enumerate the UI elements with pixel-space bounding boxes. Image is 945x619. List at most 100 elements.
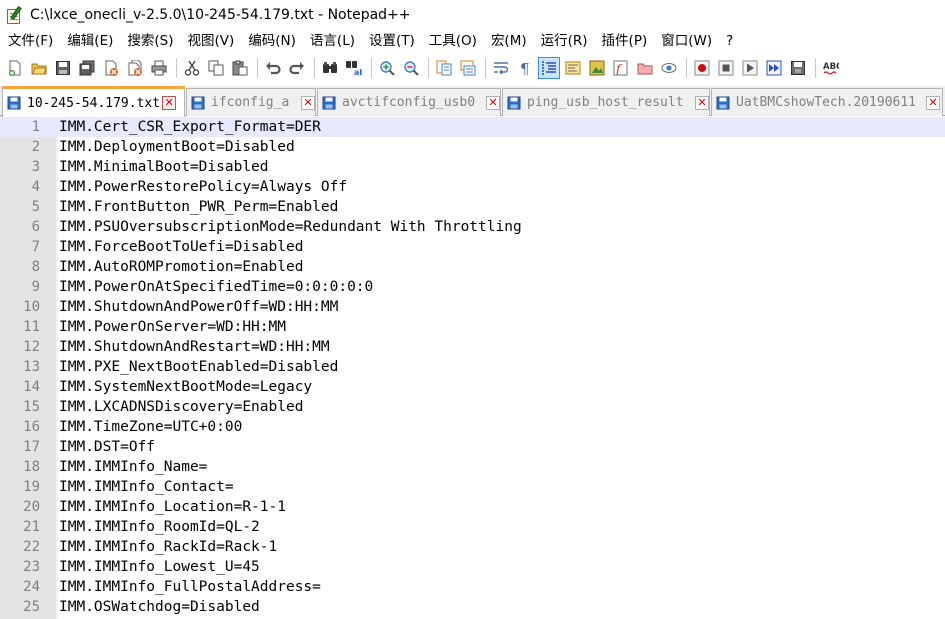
editor-line[interactable]: 17 IMM.DST=Off <box>0 437 945 457</box>
editor-line[interactable]: 25 IMM.OSWatchdog=Disabled <box>0 597 945 617</box>
editor-line[interactable]: 13 IMM.PXE_NextBootEnabled=Disabled <box>0 357 945 377</box>
editor-line[interactable]: 19 IMM.IMMInfo_Contact= <box>0 477 945 497</box>
tab-10-245-54-179[interactable]: 10-245-54.179.txt ✕ <box>2 86 185 117</box>
editor-line[interactable]: 21 IMM.IMMInfo_RoomId=QL-2 <box>0 517 945 537</box>
line-text: IMM.OSWatchdog=Disabled <box>59 599 260 615</box>
paste-icon[interactable] <box>229 57 251 79</box>
open-file-icon[interactable] <box>28 57 50 79</box>
line-number: 5 <box>31 199 40 215</box>
monitoring-icon[interactable] <box>658 57 680 79</box>
zoom-out-icon[interactable] <box>400 57 422 79</box>
editor-line[interactable]: 10 IMM.ShutdownAndPowerOff=WD:HH:MM <box>0 297 945 317</box>
menu-edit[interactable]: 编辑(E) <box>59 30 119 52</box>
editor-line[interactable]: 5 IMM.FrontButton_PWR_Perm=Enabled <box>0 197 945 217</box>
line-text: IMM.IMMInfo_FullPostalAddress= <box>59 579 321 595</box>
document-map-icon[interactable] <box>586 57 608 79</box>
line-text: IMM.LXCADNSDiscovery=Enabled <box>59 399 304 415</box>
menu-language[interactable]: 语言(L) <box>302 30 361 52</box>
save-macro-icon[interactable] <box>787 57 809 79</box>
record-macro-icon[interactable] <box>691 57 713 79</box>
close-all-icon[interactable] <box>124 57 146 79</box>
close-tab-icon[interactable]: ✕ <box>926 95 940 110</box>
find-icon[interactable] <box>319 57 341 79</box>
editor-line[interactable]: 9 IMM.PowerOnAtSpecifiedTime=0:0:0:0:0 <box>0 277 945 297</box>
saved-file-icon <box>7 96 21 110</box>
sync-horizontal-icon[interactable] <box>457 57 479 79</box>
line-text: IMM.IMMInfo_RoomId=QL-2 <box>59 519 260 535</box>
sync-vertical-icon[interactable] <box>433 57 455 79</box>
notepad-plus-plus-icon <box>6 6 24 24</box>
editor-line[interactable]: 16 IMM.TimeZone=UTC+0:00 <box>0 417 945 437</box>
saved-file-icon <box>507 96 521 109</box>
editor-line[interactable]: 8 IMM.AutoROMPromotion=Enabled <box>0 257 945 277</box>
close-icon[interactable] <box>100 57 122 79</box>
editor-line[interactable]: 24 IMM.IMMInfo_FullPostalAddress= <box>0 577 945 597</box>
toolbar-separator <box>371 58 372 78</box>
menu-window[interactable]: 窗口(W) <box>653 30 718 52</box>
print-icon[interactable] <box>148 57 170 79</box>
line-text: IMM.PSUOversubscriptionMode=Redundant Wi… <box>59 219 522 235</box>
play-macro-icon[interactable] <box>739 57 761 79</box>
line-number: 20 <box>23 499 40 515</box>
menu-view[interactable]: 视图(V) <box>180 30 241 52</box>
save-all-icon[interactable] <box>76 57 98 79</box>
user-defined-language-icon[interactable] <box>562 57 584 79</box>
editor-line[interactable]: 7 IMM.ForceBootToUefi=Disabled <box>0 237 945 257</box>
menu-bar: 文件(F) 编辑(E) 搜索(S) 视图(V) 编码(N) 语言(L) 设置(T… <box>0 30 945 52</box>
indent-guide-icon[interactable] <box>538 57 560 79</box>
editor-line[interactable]: 15 IMM.LXCADNSDiscovery=Enabled <box>0 397 945 417</box>
tab-ping-usb-host-result[interactable]: ping_usb_host_result ✕ <box>502 88 710 116</box>
menu-help[interactable]: ? <box>718 30 739 52</box>
editor-line[interactable]: 20 IMM.IMMInfo_Location=R-1-1 <box>0 497 945 517</box>
new-file-icon[interactable] <box>4 57 26 79</box>
menu-encoding[interactable]: 编码(N) <box>240 30 302 52</box>
editor-line[interactable]: 11 IMM.PowerOnServer=WD:HH:MM <box>0 317 945 337</box>
editor-line[interactable]: 22 IMM.IMMInfo_RackId=Rack-1 <box>0 537 945 557</box>
redo-icon[interactable] <box>286 57 308 79</box>
run-macro-multiple-icon[interactable] <box>763 57 785 79</box>
menu-search[interactable]: 搜索(S) <box>119 30 179 52</box>
menu-settings[interactable]: 设置(T) <box>361 30 421 52</box>
line-number: 11 <box>23 319 40 335</box>
replace-icon[interactable]: ab <box>343 57 365 79</box>
editor-line[interactable]: 18 IMM.IMMInfo_Name= <box>0 457 945 477</box>
editor-line[interactable]: 6 IMM.PSUOversubscriptionMode=Redundant W… <box>0 217 945 237</box>
menu-plugins[interactable]: 插件(P) <box>594 30 654 52</box>
menu-run[interactable]: 运行(R) <box>533 30 594 52</box>
cut-icon[interactable] <box>181 57 203 79</box>
line-text: IMM.IMMInfo_RackId=Rack-1 <box>59 539 278 555</box>
editor-line[interactable]: 4 IMM.PowerRestorePolicy=Always Off <box>0 177 945 197</box>
folder-as-workspace-icon[interactable] <box>634 57 656 79</box>
editor-line[interactable]: 2 IMM.DeploymentBoot=Disabled <box>0 137 945 157</box>
editor-line[interactable]: 12 IMM.ShutdownAndRestart=WD:HH:MM <box>0 337 945 357</box>
close-tab-icon[interactable]: ✕ <box>695 95 709 110</box>
menu-macro[interactable]: 宏(M) <box>483 30 533 52</box>
menu-file[interactable]: 文件(F) <box>0 30 59 52</box>
zoom-in-icon[interactable] <box>376 57 398 79</box>
word-wrap-icon[interactable] <box>490 57 512 79</box>
editor-line[interactable]: 3 IMM.MinimalBoot=Disabled <box>0 157 945 177</box>
toolbar-separator <box>686 58 687 78</box>
editor-line[interactable]: 14 IMM.SystemNextBootMode=Legacy <box>0 377 945 397</box>
stop-recording-icon[interactable] <box>715 57 737 79</box>
spell-check-icon[interactable]: ABC <box>820 57 842 79</box>
toolbar-separator <box>176 58 177 78</box>
show-all-characters-icon[interactable]: ¶ <box>514 57 536 79</box>
line-text: IMM.ShutdownAndPowerOff=WD:HH:MM <box>59 299 339 315</box>
tab-label: 10-245-54.179.txt <box>27 95 161 111</box>
close-tab-icon[interactable]: ✕ <box>301 95 315 110</box>
save-icon[interactable] <box>52 57 74 79</box>
copy-icon[interactable] <box>205 57 227 79</box>
tab-ifconfig-a[interactable]: ifconfig_a ✕ <box>186 88 316 116</box>
function-list-icon[interactable]: f <box>610 57 632 79</box>
close-tab-icon[interactable]: ✕ <box>162 96 177 110</box>
line-text: IMM.Cert_CSR_Export_Format=DER <box>59 119 321 135</box>
tab-avctifconfig-usb0[interactable]: avctifconfig_usb0 ✕ <box>317 88 501 116</box>
editor-line[interactable]: 23 IMM.IMMInfo_Lowest_U=45 <box>0 557 945 577</box>
close-tab-icon[interactable]: ✕ <box>486 95 500 110</box>
tab-uatbmcshowtech[interactable]: UatBMCshowTech.20190611 ✕ <box>711 88 943 116</box>
menu-tools[interactable]: 工具(O) <box>421 30 483 52</box>
editor[interactable]: 1 IMM.Cert_CSR_Export_Format=DER 2 IMM.Depl… <box>0 116 945 619</box>
editor-line[interactable]: 1 IMM.Cert_CSR_Export_Format=DER <box>0 117 945 137</box>
undo-icon[interactable] <box>262 57 284 79</box>
